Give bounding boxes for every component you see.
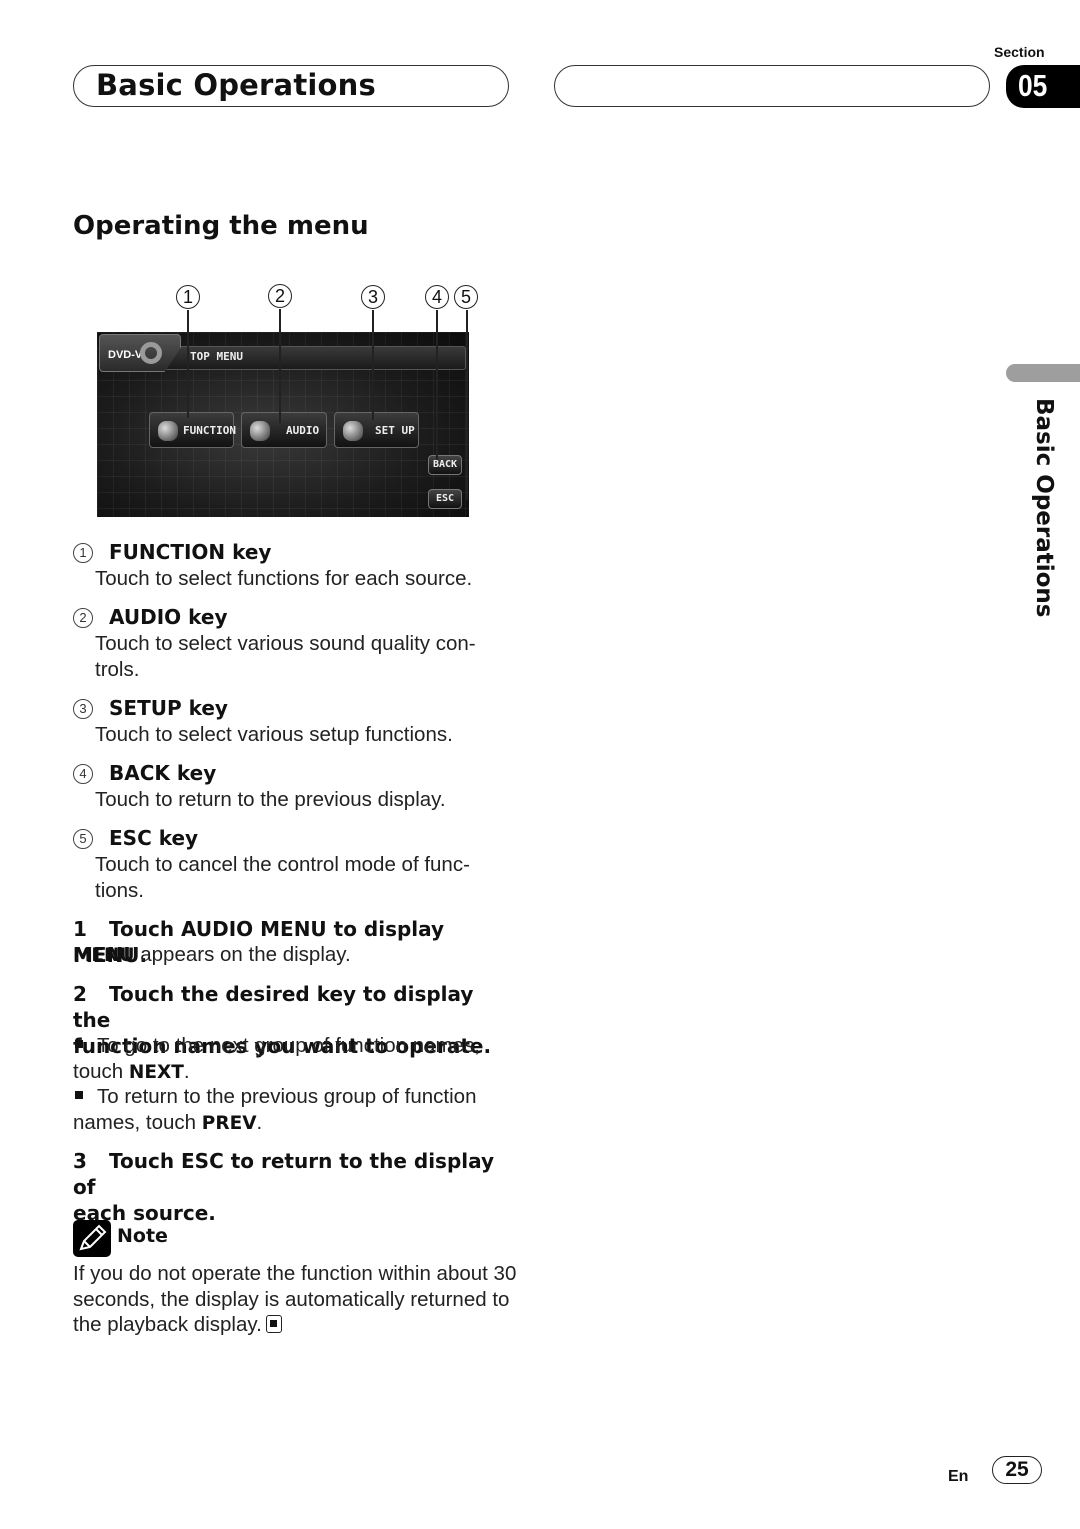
callout-line-3: [372, 310, 374, 420]
key-description: Touch to select various setup functions.: [95, 723, 453, 746]
callout-5: 5: [454, 285, 478, 309]
bullet-text: .: [183, 1059, 190, 1083]
note-line-3: the playback display.: [73, 1313, 262, 1336]
audio-key-label: AUDIO: [286, 424, 320, 437]
callout-4: 4: [425, 285, 449, 309]
section-number: 05: [1018, 68, 1048, 103]
key-title: FUNCTION key: [109, 540, 272, 564]
bullet-text: touch: [73, 1059, 129, 1083]
key-number: 1: [73, 543, 93, 563]
key-title: AUDIO key: [109, 605, 228, 629]
callout-1: 1: [176, 285, 200, 309]
setup-key-label: SET UP: [375, 424, 415, 437]
side-tab-marker: [1006, 364, 1080, 382]
esc-key[interactable]: ESC: [428, 489, 462, 509]
section-number-badge: 05: [1006, 65, 1080, 108]
section-label: Section: [994, 44, 1045, 60]
callout-2: 2: [268, 284, 292, 308]
side-tab-label: Basic Operations: [1031, 398, 1057, 618]
callout-3: 3: [361, 285, 385, 309]
setup-icon: [343, 421, 363, 441]
section-heading: Operating the menu: [73, 211, 369, 241]
step-number: 2: [73, 982, 87, 1006]
header-empty-pill: [554, 65, 990, 107]
callout-line-1: [187, 310, 189, 418]
setup-key[interactable]: SET UP: [334, 412, 419, 448]
step-1-body: MENU appears on the display.: [73, 942, 513, 969]
bullet-text: names, touch: [73, 1110, 202, 1134]
speaker-icon: [250, 421, 270, 441]
step-2-bullet-next: To go to the next group of function name…: [73, 1033, 513, 1085]
key-number: 4: [73, 764, 93, 784]
note-label: Note: [117, 1225, 168, 1247]
device-screen-illustration: TOP MENU DVD-V FUNCTION AUDIO SET UP BAC…: [97, 332, 469, 517]
step-1-body-text: appears on the display.: [134, 943, 351, 966]
step-2-bullet-prev: To return to the previous group of funct…: [73, 1084, 513, 1136]
key-number: 5: [73, 829, 93, 849]
key-description: Touch to cancel the control mode of func…: [95, 853, 470, 902]
bullet-text: To go to the next group of function name…: [97, 1034, 480, 1057]
step-number: 3: [73, 1149, 87, 1173]
chapter-title-pill: Basic Operations: [73, 65, 509, 107]
prev-term: PREV: [201, 1112, 257, 1134]
audio-key[interactable]: AUDIO: [241, 412, 327, 448]
bullet-icon: [75, 1090, 83, 1099]
language-label: En: [948, 1468, 969, 1485]
callout-line-2: [279, 309, 281, 423]
bullet-text: .: [256, 1110, 263, 1134]
key-description: Touch to select functions for each sourc…: [95, 567, 473, 590]
back-key[interactable]: BACK: [428, 455, 462, 475]
callout-line-5: [466, 310, 468, 500]
next-term: NEXT: [128, 1061, 184, 1083]
bullet-icon: [75, 1039, 83, 1048]
bullet-text: To return to the previous group of funct…: [97, 1085, 477, 1108]
source-label: DVD-V: [108, 349, 143, 361]
function-icon: [158, 421, 178, 441]
chapter-title: Basic Operations: [96, 68, 376, 102]
note-pencil-icon: [73, 1220, 111, 1257]
screen-title-bar: TOP MENU: [159, 346, 466, 370]
key-description: Touch to select various sound quality co…: [95, 632, 476, 681]
key-number: 3: [73, 699, 93, 719]
key-title: SETUP key: [109, 696, 228, 720]
function-key-label: FUNCTION: [183, 424, 236, 437]
callout-line-4: [436, 310, 438, 460]
note-body: If you do not operate the function withi…: [73, 1261, 533, 1338]
step-title-line1: Touch the desired key to display the: [73, 982, 474, 1032]
step-title-line1: Touch ESC to return to the display of: [73, 1149, 495, 1199]
function-key[interactable]: FUNCTION: [149, 412, 236, 448]
screen-title: TOP MENU: [190, 350, 243, 363]
disc-icon: [140, 342, 162, 364]
menu-term: MENU: [73, 945, 135, 966]
note-line-1: If you do not operate the function withi…: [73, 1262, 517, 1285]
step-title-line2: each source.: [73, 1201, 216, 1225]
note-line-2: seconds, the display is automatically re…: [73, 1287, 510, 1311]
key-title: ESC key: [109, 826, 199, 850]
key-description: Touch to return to the previous display.: [95, 788, 446, 811]
step-3-heading: 3 Touch ESC to return to the display of e…: [73, 1148, 513, 1226]
end-of-section-icon: [265, 1315, 282, 1333]
step-number: 1: [73, 917, 87, 941]
key-number: 2: [73, 608, 93, 628]
key-title: BACK key: [109, 761, 217, 785]
page-number: 25: [992, 1456, 1042, 1484]
